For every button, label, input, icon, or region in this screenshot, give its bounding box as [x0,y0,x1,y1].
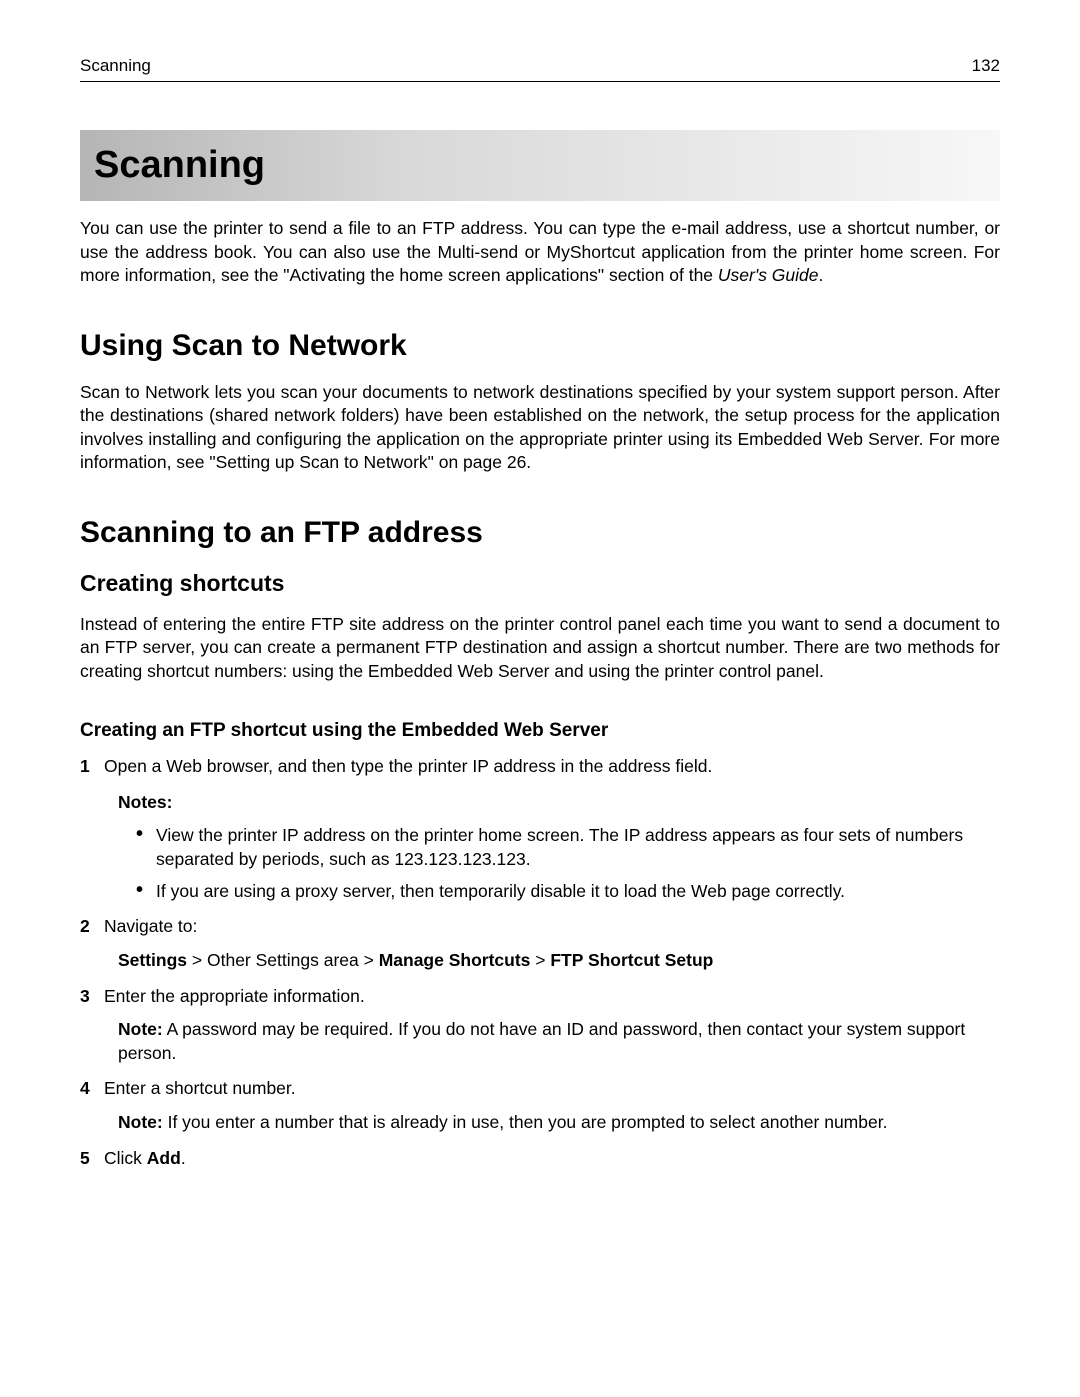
step-5-add: Add [147,1148,181,1168]
chapter-title: Scanning [80,130,1000,201]
header-section: Scanning [80,55,151,78]
nav-sep-2: > [530,950,550,970]
notes-bullets: View the printer IP address on the print… [104,824,1000,903]
step-3-note: Note: A password may be required. If you… [104,1018,1000,1065]
nav-path: Settings > Other Settings area > Manage … [104,949,1000,973]
step-4-note-label: Note: [118,1112,163,1132]
step-1: Open a Web browser, and then type the pr… [80,755,1000,903]
step-5: Click Add. [80,1147,1000,1171]
nav-sep-1: > Other Settings area > [187,950,379,970]
heading-scan-to-ftp: Scanning to an FTP address [80,513,1000,554]
heading-creating-shortcuts: Creating shortcuts [80,568,1000,599]
step-4-note: Note: If you enter a number that is alre… [104,1111,1000,1135]
intro-text-a: You can use the printer to send a file t… [80,218,1000,285]
intro-italic: User's Guide [718,265,819,285]
intro-text-b: . [819,265,824,285]
step-4-note-text: If you enter a number that is already in… [163,1112,888,1132]
step-3-text: Enter the appropriate information. [104,986,365,1006]
step-1-text: Open a Web browser, and then type the pr… [104,756,712,776]
nav-ftp-setup: FTP Shortcut Setup [550,950,713,970]
notes-label: Notes: [104,791,1000,815]
paragraph-scan-to-network: Scan to Network lets you scan your docum… [80,381,1000,476]
step-3-note-text: A password may be required. If you do no… [118,1019,965,1063]
step-2-text: Navigate to: [104,916,197,936]
step-4: Enter a shortcut number. Note: If you en… [80,1077,1000,1134]
note-bullet-2: If you are using a proxy server, then te… [136,880,1000,904]
page-header: Scanning 132 [80,55,1000,82]
step-2: Navigate to: Settings > Other Settings a… [80,915,1000,972]
steps-list: Open a Web browser, and then type the pr… [80,755,1000,1170]
step-3: Enter the appropriate information. Note:… [80,985,1000,1066]
step-3-note-label: Note: [118,1019,163,1039]
note-bullet-1: View the printer IP address on the print… [136,824,1000,871]
nav-manage-shortcuts: Manage Shortcuts [379,950,531,970]
header-page-number: 132 [972,55,1000,78]
step-4-text: Enter a shortcut number. [104,1078,296,1098]
heading-scan-to-network: Using Scan to Network [80,326,1000,367]
intro-paragraph: You can use the printer to send a file t… [80,217,1000,288]
step-5-text-a: Click [104,1148,147,1168]
paragraph-creating-shortcuts: Instead of entering the entire FTP site … [80,613,1000,684]
heading-ftp-shortcut-ews: Creating an FTP shortcut using the Embed… [80,718,1000,744]
step-5-text-b: . [181,1148,186,1168]
nav-settings: Settings [118,950,187,970]
